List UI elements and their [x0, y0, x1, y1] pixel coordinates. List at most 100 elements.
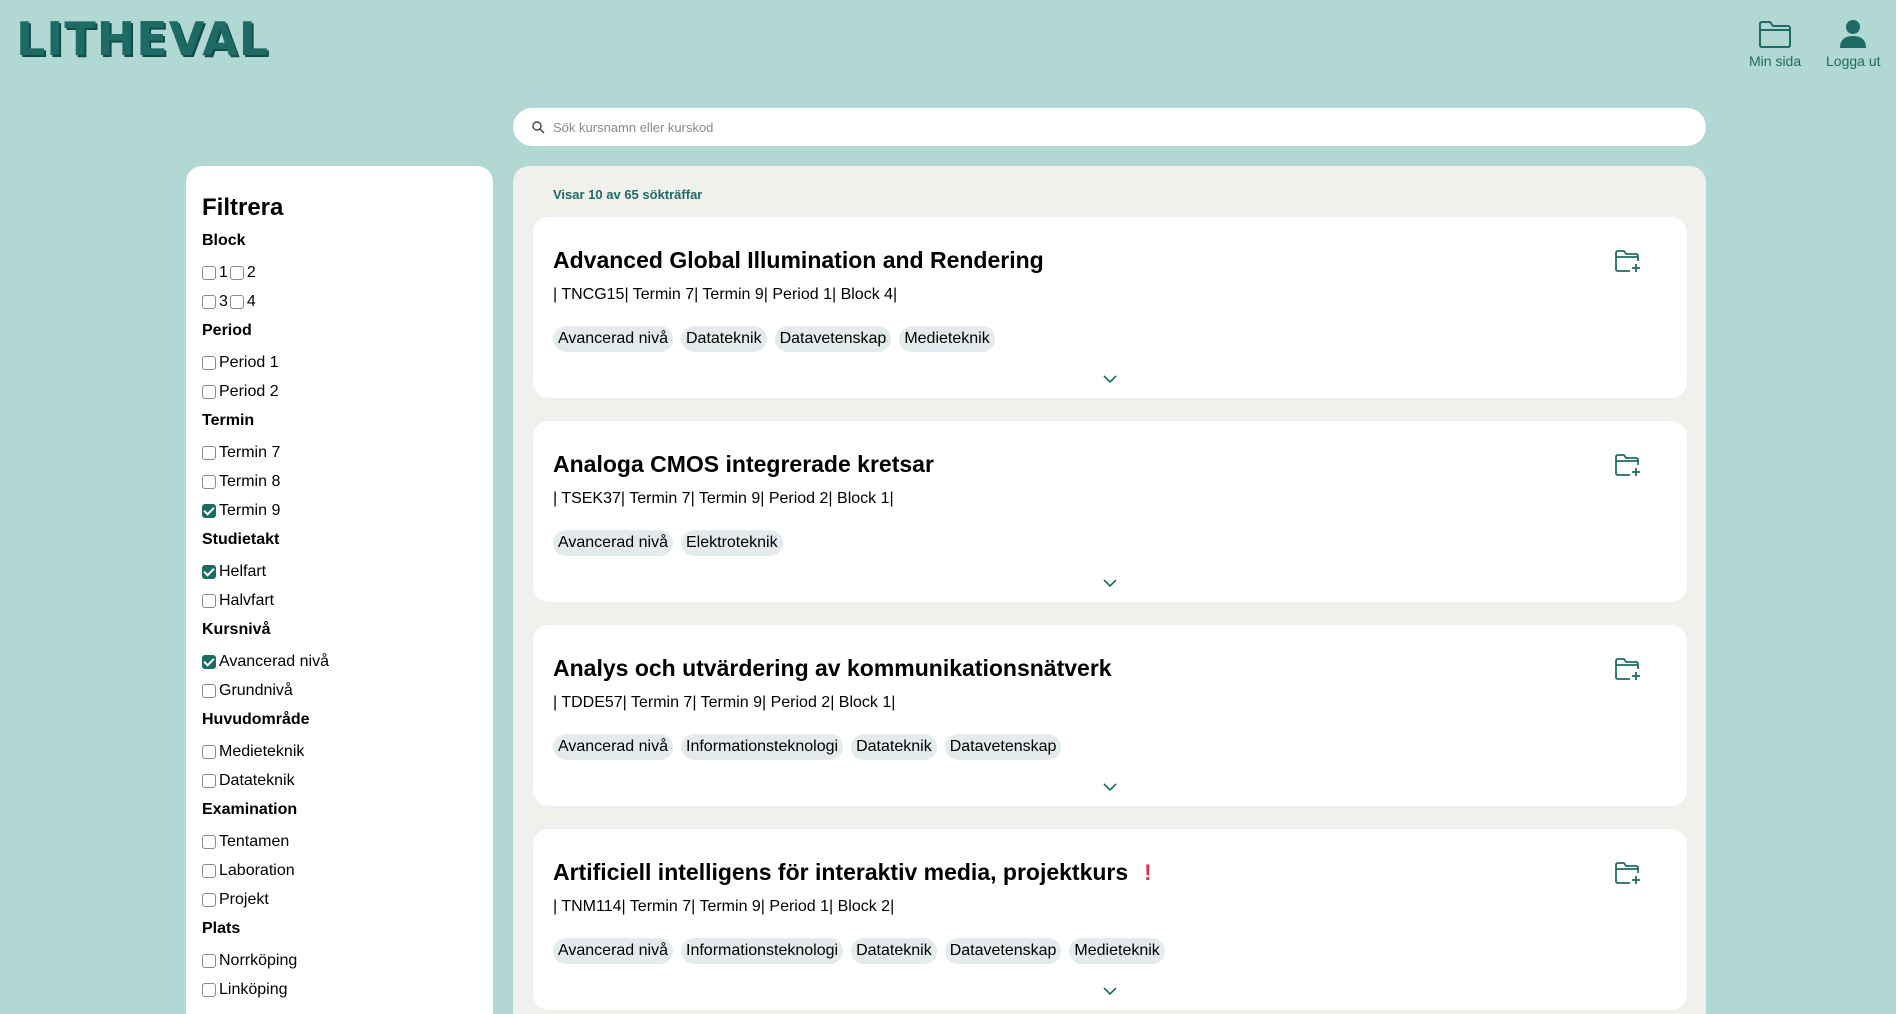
- filter-group-period-title: Period: [202, 322, 252, 339]
- filter-panel: Filtrera Block 1 2 3 4 Period Period 1 P…: [186, 166, 493, 1014]
- filter-label: Projekt: [219, 890, 269, 908]
- filter-medieteknik[interactable]: Medieteknik: [202, 737, 493, 766]
- checkbox[interactable]: [229, 265, 244, 280]
- filter-label: Termin 7: [219, 443, 281, 461]
- add-to-folder-icon[interactable]: [1614, 249, 1642, 273]
- filter-group-block-title: Block: [202, 232, 246, 249]
- logout-label: Logga ut: [1826, 53, 1881, 69]
- filter-linkoping[interactable]: Linköping: [202, 975, 493, 1004]
- filter-label: Tentamen: [219, 832, 290, 850]
- checkbox[interactable]: [202, 834, 216, 849]
- filter-grundniva[interactable]: Grundnivå: [202, 676, 493, 705]
- course-tag: Avancerad nivå: [553, 326, 673, 352]
- course-card[interactable]: Analys och utvärdering av kommunikations…: [533, 625, 1687, 806]
- course-meta: | TSEK37| Termin 7| Termin 9| Period 2| …: [553, 490, 894, 507]
- course-tags: Avancerad nivå Informationsteknologi Dat…: [553, 734, 1667, 760]
- course-card[interactable]: Advanced Global Illumination and Renderi…: [533, 217, 1687, 398]
- checkbox[interactable]: [202, 265, 216, 280]
- course-tags: Avancerad nivå Datateknik Datavetenskap …: [553, 326, 1667, 352]
- course-tags: Avancerad nivå Elektroteknik: [553, 530, 1667, 556]
- course-tag: Medieteknik: [1069, 938, 1165, 964]
- checkbox[interactable]: [202, 982, 216, 997]
- filter-group-kursniva-title: Kursnivå: [202, 621, 271, 638]
- filter-datateknik[interactable]: Datateknik: [202, 766, 493, 795]
- course-title[interactable]: Advanced Global Illumination and Renderi…: [553, 247, 1667, 274]
- filter-label: Avancerad nivå: [219, 652, 329, 670]
- result-count: Visar 10 av 65 sökträffar: [553, 187, 703, 202]
- course-tag: Informationsteknologi: [681, 734, 844, 760]
- filter-halvfart[interactable]: Halvfart: [202, 586, 493, 615]
- app-logo[interactable]: LITHEVAL: [16, 12, 269, 66]
- course-title-text: Artificiell intelligens för interaktiv m…: [553, 859, 1129, 885]
- course-tag: Datateknik: [851, 938, 937, 964]
- logout-button[interactable]: Logga ut: [1826, 18, 1881, 69]
- checkbox[interactable]: [202, 593, 216, 608]
- chevron-down-icon[interactable]: [1103, 374, 1117, 384]
- chevron-down-icon[interactable]: [1103, 986, 1117, 996]
- checkbox[interactable]: [202, 683, 216, 698]
- checkbox[interactable]: [202, 294, 216, 309]
- filter-avancerad[interactable]: Avancerad nivå: [202, 647, 493, 676]
- filter-period-1[interactable]: Period 1: [202, 348, 493, 377]
- checkbox[interactable]: [202, 474, 216, 489]
- checkbox[interactable]: [202, 953, 216, 968]
- course-tag: Avancerad nivå: [553, 734, 673, 760]
- filter-norrkoping[interactable]: Norrköping: [202, 946, 493, 975]
- search-input[interactable]: [553, 119, 1706, 135]
- filter-label: Laboration: [219, 861, 295, 879]
- course-tag: Datavetenskap: [774, 326, 892, 352]
- add-to-folder-icon[interactable]: [1614, 861, 1642, 885]
- checkbox[interactable]: [202, 744, 216, 759]
- filter-block-3[interactable]: 3: [202, 293, 228, 311]
- add-to-folder-icon[interactable]: [1614, 657, 1642, 681]
- filter-label: Period 1: [219, 353, 279, 371]
- my-page-button[interactable]: Min sida: [1749, 18, 1801, 69]
- course-meta: | TNM114| Termin 7| Termin 9| Period 1| …: [553, 898, 895, 915]
- search-bar[interactable]: [513, 108, 1706, 146]
- course-tag: Datateknik: [851, 734, 937, 760]
- filter-label: Norrköping: [219, 951, 298, 969]
- filter-helfart[interactable]: Helfart: [202, 557, 493, 586]
- course-tag: Datateknik: [681, 326, 767, 352]
- course-title[interactable]: Analys och utvärdering av kommunikations…: [553, 655, 1667, 682]
- course-meta: | TNCG15| Termin 7| Termin 9| Period 1| …: [553, 286, 898, 303]
- checkbox[interactable]: [202, 445, 216, 460]
- filter-block-4[interactable]: 4: [229, 293, 256, 311]
- filter-termin-7[interactable]: Termin 7: [202, 438, 493, 467]
- checkbox[interactable]: [202, 773, 216, 788]
- checkbox-checked[interactable]: [202, 654, 216, 669]
- checkbox[interactable]: [202, 863, 216, 878]
- filter-termin-8[interactable]: Termin 8: [202, 467, 493, 496]
- filter-tentamen[interactable]: Tentamen: [202, 827, 493, 856]
- filter-block-1[interactable]: 1: [202, 264, 228, 282]
- checkbox[interactable]: [202, 355, 216, 370]
- search-icon: [532, 120, 545, 133]
- course-title-text: Advanced Global Illumination and Renderi…: [553, 247, 1044, 273]
- checkbox[interactable]: [229, 294, 244, 309]
- checkbox[interactable]: [202, 384, 216, 399]
- filter-laboration[interactable]: Laboration: [202, 856, 493, 885]
- filter-group-plats-title: Plats: [202, 920, 241, 937]
- filter-label: Halvfart: [219, 591, 275, 609]
- warning-icon: !: [1144, 859, 1152, 885]
- filter-period-2[interactable]: Period 2: [202, 377, 493, 406]
- course-title[interactable]: Artificiell intelligens för interaktiv m…: [553, 859, 1667, 886]
- course-meta: | TDDE57| Termin 7| Termin 9| Period 2| …: [553, 694, 896, 711]
- filter-termin-9[interactable]: Termin 9: [202, 496, 493, 525]
- checkbox-checked[interactable]: [202, 503, 216, 518]
- filter-projekt[interactable]: Projekt: [202, 885, 493, 914]
- course-card[interactable]: Analoga CMOS integrerade kretsar | TSEK3…: [533, 421, 1687, 602]
- course-title[interactable]: Analoga CMOS integrerade kretsar: [553, 451, 1667, 478]
- course-title-text: Analys och utvärdering av kommunikations…: [553, 655, 1112, 681]
- course-tag: Datavetenskap: [944, 734, 1062, 760]
- checkbox-checked[interactable]: [202, 564, 216, 579]
- filter-block-2[interactable]: 2: [229, 264, 256, 282]
- course-card[interactable]: Artificiell intelligens för interaktiv m…: [533, 829, 1687, 1010]
- add-to-folder-icon[interactable]: [1614, 453, 1642, 477]
- filter-block-row-1: 1 2: [202, 258, 493, 287]
- folder-icon: [1759, 21, 1792, 48]
- chevron-down-icon[interactable]: [1103, 782, 1117, 792]
- chevron-down-icon[interactable]: [1103, 578, 1117, 588]
- course-title-text: Analoga CMOS integrerade kretsar: [553, 451, 934, 477]
- checkbox[interactable]: [202, 892, 216, 907]
